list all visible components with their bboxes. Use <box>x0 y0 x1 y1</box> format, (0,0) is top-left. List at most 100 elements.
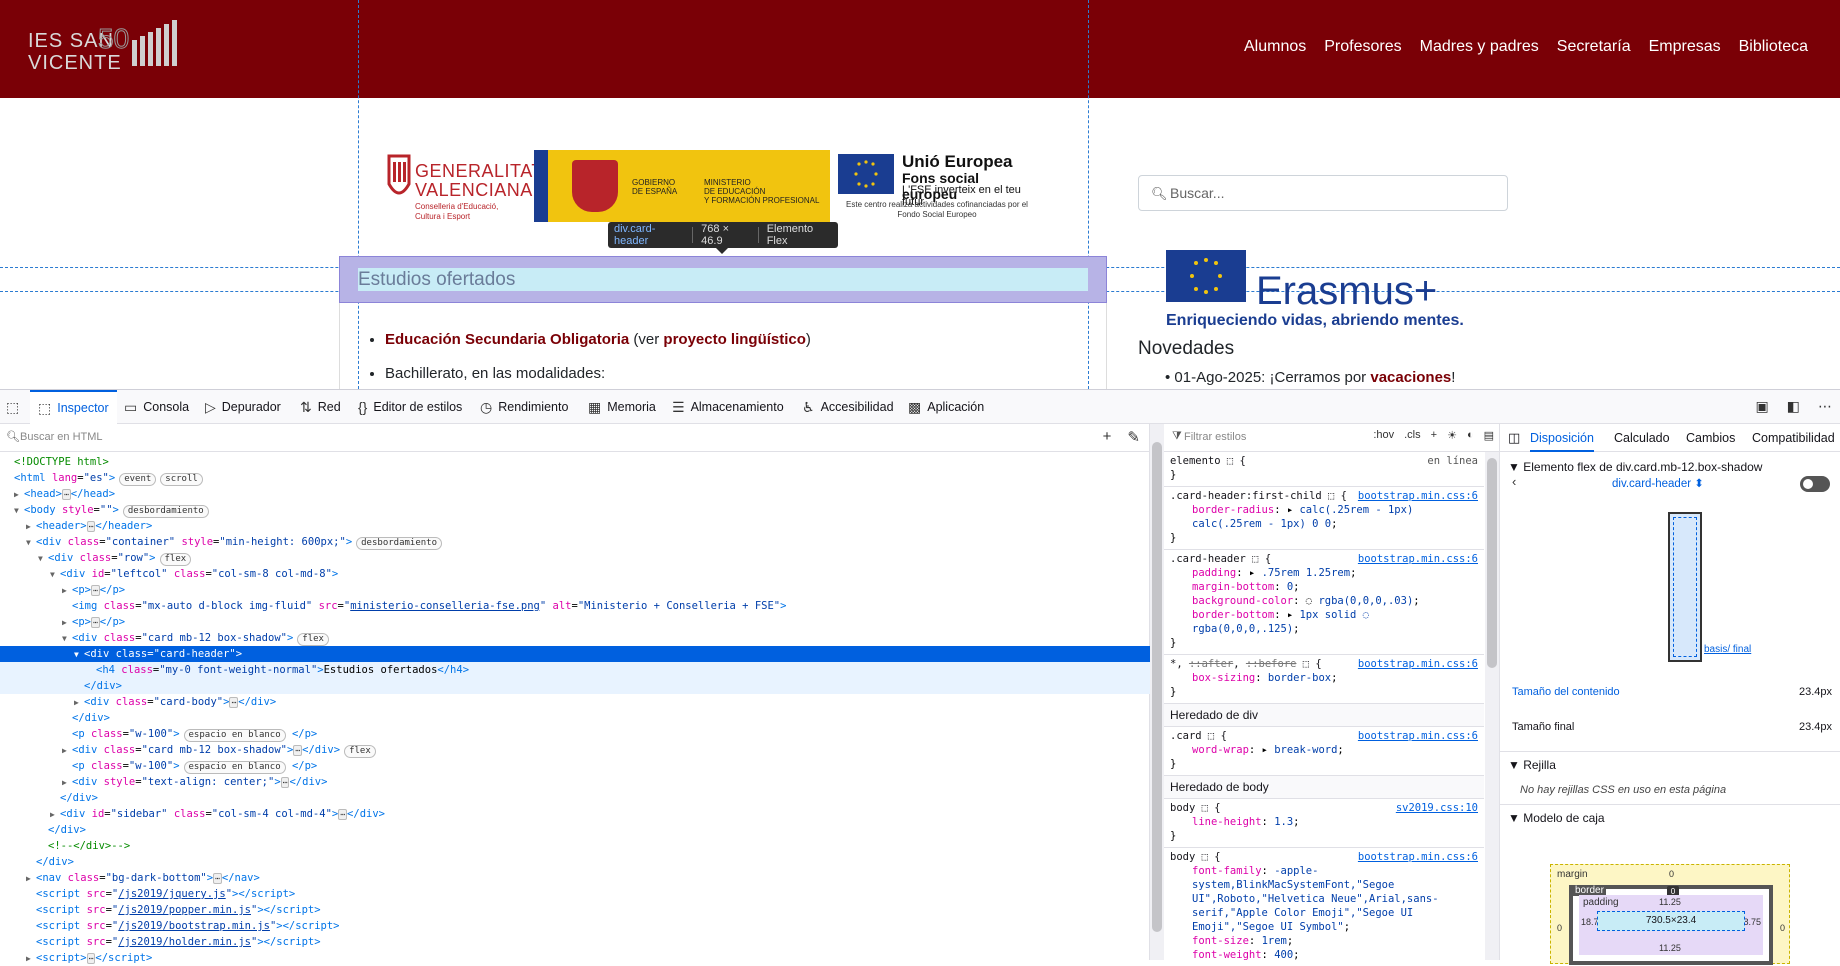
nav-madres-padres[interactable]: Madres y padres <box>1420 38 1539 56</box>
tree-node[interactable]: ▶ <header> ⋯ </header> <box>0 518 1150 534</box>
eu-strip-icon <box>534 150 548 222</box>
nav-biblioteca[interactable]: Biblioteca <box>1739 38 1808 56</box>
tab-red[interactable]: ⇅ Red <box>300 390 341 424</box>
tree-node[interactable]: <script src="/js2019/bootstrap.min.js"><… <box>0 918 1150 934</box>
site-search-input[interactable]: 🔍︎ Buscar... <box>1138 175 1508 211</box>
css-rule[interactable]: bootstrap.min.css:6 .card-header ⬚ { padd… <box>1164 550 1484 655</box>
tree-node[interactable]: <p class="w-100"> espacio en blanco </p> <box>0 726 1150 742</box>
tab-calculado[interactable]: Calculado <box>1614 424 1670 452</box>
tab-memoria[interactable]: ▦ Memoria <box>588 390 656 424</box>
html-search-input[interactable]: 🔍︎ Buscar en HTML + ✎ <box>0 424 1150 452</box>
margin-top-value[interactable]: 0 <box>1669 869 1674 879</box>
ies-san-vicente-logo[interactable]: IES SAN VICENTE 50 <box>28 18 178 80</box>
tree-node[interactable]: ▶ <div class="card-body"> ⋯ </div> <box>0 694 1150 710</box>
tab-compatibilidad[interactable]: Compatibilidad <box>1752 424 1835 452</box>
more-options-icon[interactable]: ⋯ <box>1818 398 1832 415</box>
pick-element-button[interactable]: ⬚ <box>6 390 30 424</box>
tab-aplicacion[interactable]: ▩ Aplicación <box>908 390 984 424</box>
gva-line3: Conselleria d'Educació, <box>415 202 499 211</box>
devtools-panel: ⬚ ⬚ Inspector ▭ Consola ▷ Depurador ⇅ Red {}… <box>0 389 1840 965</box>
tree-node[interactable]: ▼ <div class="container" style="min-heigh… <box>0 534 1150 550</box>
nav-empresas[interactable]: Empresas <box>1649 38 1721 56</box>
styles-filter-input[interactable]: ⧩ Filtrar estilos :hov .cls + ☀ ◐ ▤ <box>1164 424 1500 452</box>
tree-node[interactable]: ▼ <div id="leftcol" class="col-sm-8 col-m… <box>0 566 1150 582</box>
tree-node[interactable]: ▼ <div class="row"> flex <box>0 550 1150 566</box>
tree-node[interactable]: </div> <box>0 822 1150 838</box>
nav-secretaria[interactable]: Secretaría <box>1557 38 1631 56</box>
nav-profesores[interactable]: Profesores <box>1324 38 1401 56</box>
grid-section-header[interactable]: ▼ Rejilla <box>1500 751 1840 772</box>
tree-node[interactable]: <script src="/js2019/jquery.js"></script… <box>0 886 1150 902</box>
tree-node[interactable]: ▶ <div style="text-align: center;"> ⋯ </div… <box>0 774 1150 790</box>
tab-cambios[interactable]: Cambios <box>1686 424 1735 452</box>
tree-node[interactable]: ▼ <div class="card mb-12 box-shadow"> flex <box>0 630 1150 646</box>
tab-rendimiento[interactable]: ◷ Rendimiento <box>480 390 568 424</box>
eso-link[interactable]: Educación Secundaria Obligatoria <box>385 331 629 348</box>
tree-node[interactable]: <!--</div>--> <box>0 838 1150 854</box>
tab-consola[interactable]: ▭ Consola <box>124 390 189 424</box>
tree-node[interactable]: </div> <box>0 710 1150 726</box>
tree-node[interactable]: </div> <box>0 678 1150 694</box>
box-model-section-header[interactable]: ▼ Modelo de caja <box>1500 804 1840 825</box>
tree-node[interactable]: ▶ <nav class="bg-dark-bottom"> ⋯ </nav> <box>0 870 1150 886</box>
css-rule[interactable]: bootstrap.min.css:6 body ⬚ { font-family:… <box>1164 848 1484 960</box>
toggle-sidebar-icon[interactable]: ◫ <box>1508 430 1520 446</box>
novedades-item[interactable]: • 01-Ago-2025: ¡Cerramos por vacaciones! <box>1165 369 1455 386</box>
hov-toggle[interactable]: :hov <box>1373 429 1394 442</box>
tree-node[interactable]: ▼ <body style=""> desbordamiento <box>0 502 1150 518</box>
dock-icon[interactable]: ◧ <box>1787 398 1800 415</box>
tab-editor-estilos[interactable]: {} Editor de estilos <box>358 390 462 424</box>
tree-node[interactable]: ▶ <p> ⋯ </p> <box>0 614 1150 630</box>
tree-node[interactable]: ▶ <p> ⋯ </p> <box>0 582 1150 598</box>
markup-scrollbar[interactable] <box>1150 424 1164 960</box>
tree-node[interactable]: ▶ <div class="card mb-12 box-shadow"> ⋯ </d… <box>0 742 1150 758</box>
flex-item-dropdown[interactable]: div.card-header ⬍ <box>1612 476 1704 490</box>
tree-node[interactable]: ▶ <div id="sidebar" class="col-sm-4 col-m… <box>0 806 1150 822</box>
css-rule[interactable]: bootstrap.min.css:6 .card-header:first-ch… <box>1164 487 1484 550</box>
cls-toggle[interactable]: .cls <box>1404 429 1421 442</box>
css-rule[interactable]: bootstrap.min.css:6 .card ⬚ { word-wrap: … <box>1164 727 1484 776</box>
responsive-mode-icon[interactable]: ▣ <box>1756 398 1769 415</box>
tree-node[interactable]: <img class="mx-auto d-block img-fluid" s… <box>0 598 1150 614</box>
css-rule[interactable]: en línea elemento ⬚ {} <box>1164 452 1484 487</box>
flex-highlight-toggle[interactable] <box>1800 476 1830 492</box>
tab-inspector[interactable]: ⬚ Inspector <box>30 390 117 424</box>
eu-flag-icon <box>838 154 894 194</box>
tree-node[interactable]: <h4 class="my-0 font-weight-normal">Estu… <box>0 662 1150 678</box>
tab-accesibilidad[interactable]: ♿ Accesibilidad <box>802 390 894 424</box>
css-rule[interactable]: sv2019.css:10 body ⬚ { line-height: 1.3;} <box>1164 799 1484 848</box>
tree-node[interactable]: <p class="w-100"> espacio en blanco </p> <box>0 758 1150 774</box>
add-rule-icon[interactable]: + <box>1431 429 1437 442</box>
gva-line1: GENERALITAT <box>415 161 543 181</box>
box-content-size[interactable]: 730.5×23.4 <box>1597 911 1745 931</box>
tree-node[interactable]: <script src="/js2019/popper.min.js"></sc… <box>0 902 1150 918</box>
erasmus-logo[interactable]: Erasmus+ Enriqueciendo vidas, abriendo m… <box>1166 250 1466 330</box>
tab-disposicion[interactable]: Disposición <box>1530 424 1594 452</box>
gobierno-line1: GOBIERNO <box>632 178 676 187</box>
tree-node[interactable]: <html lang="es"> event scroll <box>0 470 1150 486</box>
add-node-icon[interactable]: + <box>1103 428 1112 446</box>
css-rule[interactable]: bootstrap.min.css:6 *, ::after, ::before … <box>1164 655 1484 704</box>
rules-scrollbar[interactable] <box>1485 452 1499 960</box>
proyecto-linguistico-link[interactable]: proyecto lingüístico <box>663 331 806 348</box>
margin-left-value[interactable]: 0 <box>1557 923 1562 933</box>
tree-node-selected[interactable]: ▼ <div class="card-header"> <box>0 646 1150 662</box>
tree-node[interactable]: </div> <box>0 854 1150 870</box>
padding-bottom-value[interactable]: 11.25 <box>1659 943 1681 953</box>
print-media-icon[interactable]: ▤ <box>1484 429 1494 442</box>
margin-right-value[interactable]: 0 <box>1780 923 1785 933</box>
dark-mode-icon[interactable]: ◐ <box>1467 429 1474 442</box>
light-mode-icon[interactable]: ☀ <box>1447 429 1457 442</box>
back-arrow-icon[interactable]: ‹ <box>1512 474 1516 489</box>
tree-node[interactable]: ▶ <script> ⋯ </script> <box>0 950 1150 966</box>
tree-node[interactable]: ▶ <head> ⋯ </head> <box>0 486 1150 502</box>
tree-node[interactable]: <script src="/js2019/holder.min.js"></sc… <box>0 934 1150 950</box>
nav-alumnos[interactable]: Alumnos <box>1244 38 1306 56</box>
eyedropper-icon[interactable]: ✎ <box>1127 428 1140 446</box>
tree-node[interactable]: </div> <box>0 790 1150 806</box>
tab-almacenamiento[interactable]: ☰ Almacenamiento <box>672 390 784 424</box>
flex-item-section-header[interactable]: ▼ Elemento flex de div.card.mb-12.box-sh… <box>1500 460 1840 474</box>
tree-node[interactable]: <!DOCTYPE html> <box>0 454 1150 470</box>
padding-top-value[interactable]: 11.25 <box>1659 897 1681 907</box>
tab-depurador[interactable]: ▷ Depurador <box>205 390 281 424</box>
